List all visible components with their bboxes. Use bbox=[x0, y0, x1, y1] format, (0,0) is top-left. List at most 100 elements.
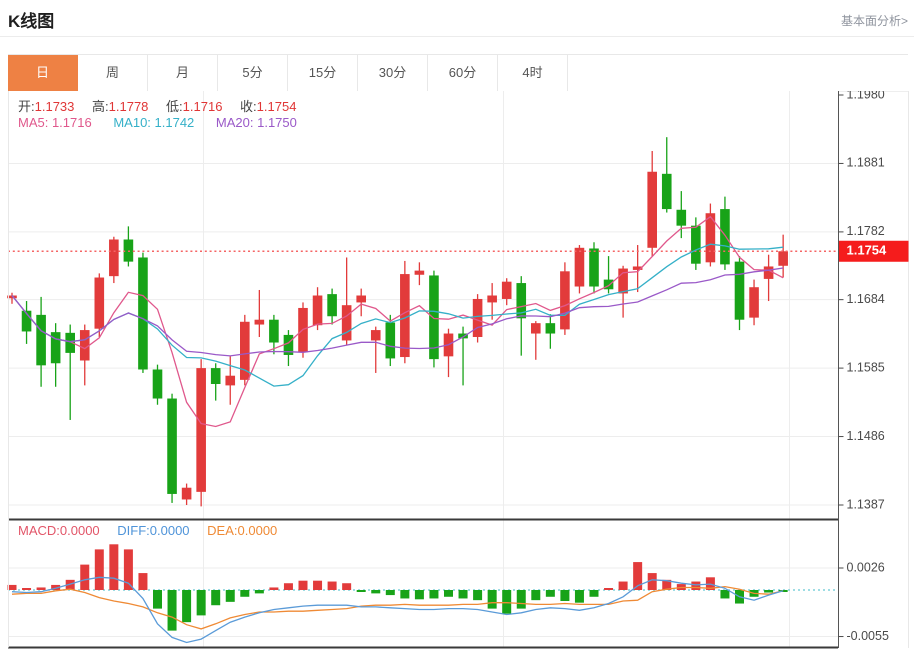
y-axis-label: 1.1387 bbox=[847, 497, 885, 511]
macd-hist-bar bbox=[546, 590, 555, 597]
y-axis-label: 1.1881 bbox=[847, 156, 885, 170]
macd-hist-bar bbox=[560, 590, 569, 601]
candle-body bbox=[356, 296, 366, 303]
macd-hist-bar bbox=[429, 590, 438, 598]
y-axis-label: 1.1980 bbox=[847, 91, 885, 101]
close-value: 1.1754 bbox=[257, 99, 297, 114]
ma20-value: MA20: 1.1750 bbox=[216, 115, 297, 130]
candle-body bbox=[138, 257, 148, 369]
candle-body bbox=[677, 210, 687, 226]
macd-hist-bar bbox=[109, 544, 118, 590]
macd-readout: MACD:0.0000 DIFF:0.0000 DEA:0.0000 bbox=[18, 523, 277, 538]
tab-5min[interactable]: 5分 bbox=[218, 55, 288, 91]
macd-hist-bar bbox=[488, 590, 497, 609]
macd-hist-bar bbox=[459, 590, 468, 598]
candle-body bbox=[764, 266, 774, 278]
macd-hist-bar bbox=[357, 590, 366, 592]
macd-hist-bar bbox=[517, 590, 526, 609]
ma5-value: MA5: 1.1716 bbox=[18, 115, 92, 130]
macd-hist-bar bbox=[386, 590, 395, 595]
candle-body bbox=[473, 299, 483, 337]
ma-readout: MA5: 1.1716 MA10: 1.1742 MA20: 1.1750 bbox=[18, 115, 297, 130]
macd-hist-bar bbox=[313, 581, 322, 590]
low-value: 1.1716 bbox=[183, 99, 223, 114]
candle-body bbox=[269, 320, 279, 343]
macd-hist-bar bbox=[575, 590, 584, 603]
macd-value: MACD:0.0000 bbox=[18, 523, 100, 538]
macd-hist-bar bbox=[604, 588, 613, 590]
macd-hist-bar bbox=[590, 590, 599, 597]
candle-body bbox=[531, 323, 541, 333]
tabbar-filler bbox=[568, 55, 908, 91]
ma10-value: MA10: 1.1742 bbox=[113, 115, 194, 130]
macd-hist-bar bbox=[400, 590, 409, 598]
tab-month[interactable]: 月 bbox=[148, 55, 218, 91]
tab-week[interactable]: 周 bbox=[78, 55, 148, 91]
macd-hist-bar bbox=[415, 590, 424, 599]
candle-body bbox=[546, 323, 556, 333]
macd-hist-bar bbox=[95, 549, 104, 590]
candle-body bbox=[225, 376, 235, 386]
candle-body bbox=[255, 320, 265, 325]
candle-body bbox=[487, 296, 497, 303]
tab-30min[interactable]: 30分 bbox=[358, 55, 428, 91]
candle-body bbox=[647, 172, 657, 248]
candle-body bbox=[575, 248, 585, 287]
candle-body bbox=[400, 274, 410, 357]
candle-body bbox=[589, 248, 599, 286]
candle-body bbox=[211, 368, 221, 384]
macd-hist-bar bbox=[269, 587, 278, 590]
candle-body bbox=[662, 174, 672, 209]
macd-hist-bar bbox=[211, 590, 220, 605]
candle-body bbox=[109, 240, 119, 277]
chart-area[interactable]: 1.19801.18811.17821.16841.15851.14861.13… bbox=[0, 91, 914, 649]
candle-body bbox=[735, 262, 745, 320]
macd-hist-bar bbox=[720, 590, 729, 598]
macd-hist-bar bbox=[619, 582, 628, 590]
macd-hist-bar bbox=[226, 590, 235, 602]
macd-hist-bar bbox=[342, 583, 351, 590]
candle-body bbox=[196, 368, 206, 492]
macd-axis-label: 0.0026 bbox=[847, 560, 885, 574]
period-tabbar: 日 周 月 5分 15分 30分 60分 4时 bbox=[8, 54, 908, 92]
ohlc-readout: 开:1.1733 高:1.1778 低:1.1716 收:1.1754 bbox=[18, 96, 296, 115]
macd-hist-bar bbox=[182, 590, 191, 622]
candle-body bbox=[342, 305, 352, 340]
candle-body bbox=[153, 369, 163, 398]
fundamental-analysis-link[interactable]: 基本面分析> bbox=[841, 12, 908, 29]
candle-body bbox=[502, 282, 512, 299]
tab-4hour[interactable]: 4时 bbox=[498, 55, 568, 91]
macd-hist-bar bbox=[284, 583, 293, 590]
tab-15min[interactable]: 15分 bbox=[288, 55, 358, 91]
k-pane[interactable] bbox=[8, 91, 838, 520]
candle-body bbox=[36, 315, 46, 365]
macd-hist-bar bbox=[764, 590, 773, 593]
open-label: 开: bbox=[18, 99, 35, 114]
dea-value: DEA:0.0000 bbox=[207, 523, 277, 538]
current-price-tag-text: 1.1754 bbox=[847, 243, 888, 258]
macd-hist-bar bbox=[691, 582, 700, 590]
k-chart-canvas[interactable]: 1.19801.18811.17821.16841.15851.14861.13… bbox=[0, 91, 914, 649]
page-title: K线图 bbox=[8, 7, 54, 32]
candle-body bbox=[749, 287, 759, 317]
candle-body bbox=[415, 271, 425, 275]
candle-body bbox=[560, 271, 570, 329]
candle-body bbox=[313, 296, 323, 326]
diff-value: DIFF:0.0000 bbox=[117, 523, 189, 538]
macd-hist-bar bbox=[22, 588, 31, 590]
open-value: 1.1733 bbox=[35, 99, 75, 114]
kline-widget: K线图 基本面分析> 日 周 月 5分 15分 30分 60分 4时 1.198… bbox=[0, 0, 914, 649]
candle-body bbox=[720, 209, 730, 264]
candle-body bbox=[167, 399, 177, 494]
candle-body bbox=[80, 330, 90, 360]
tab-60min[interactable]: 60分 bbox=[428, 55, 498, 91]
macd-hist-bar bbox=[473, 590, 482, 600]
tab-day[interactable]: 日 bbox=[8, 55, 78, 91]
macd-axis-label: -0.0055 bbox=[847, 629, 889, 643]
candle-body bbox=[95, 278, 105, 329]
candle-body bbox=[691, 226, 701, 264]
y-axis-label: 1.1684 bbox=[847, 292, 885, 306]
macd-hist-bar bbox=[37, 587, 46, 590]
macd-hist-bar bbox=[240, 590, 249, 597]
macd-hist-bar bbox=[197, 590, 206, 615]
